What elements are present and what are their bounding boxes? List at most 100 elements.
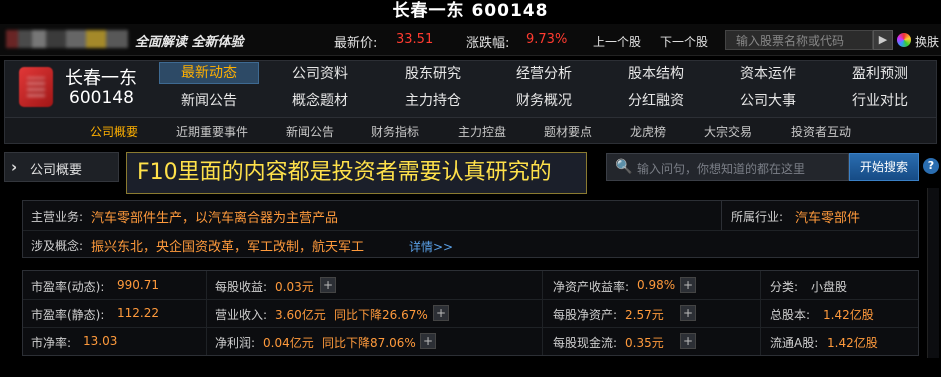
nav-shareholder-research[interactable]: 股东研究 bbox=[383, 63, 483, 83]
metric-label: 每股现金流: bbox=[553, 336, 618, 350]
metric-label: 净利润: bbox=[215, 336, 256, 350]
info-divider bbox=[721, 201, 722, 230]
metric-value: 小盘股 bbox=[811, 280, 848, 294]
slogan-text: 全面解读 全新体验 bbox=[135, 35, 244, 50]
metric-label: 流通A股: bbox=[770, 336, 819, 350]
info-row-divider bbox=[23, 230, 918, 231]
annotation-tip: F10里面的内容都是投资者需要认真研究的 bbox=[126, 152, 587, 194]
next-stock-link[interactable]: 下一个股 bbox=[660, 33, 708, 50]
section-header: › 公司概要 F10里面的内容都是投资者需要认真研究的 🔍 输入问句，你想知道的… bbox=[4, 152, 939, 194]
add-plus-icon[interactable]: + bbox=[433, 305, 449, 321]
quote-bar: 全面解读 全新体验 最新价: 33.51 涨跌幅: 9.73% 上一个股 下一个… bbox=[0, 24, 941, 56]
sub-nav: 公司概要 近期重要事件 新闻公告 财务指标 主力控盘 题材要点 龙虎榜 大宗交易… bbox=[5, 117, 936, 143]
nav-financial-overview[interactable]: 财务概况 bbox=[494, 90, 594, 110]
section-tab-company-summary[interactable]: › 公司概要 bbox=[4, 152, 119, 182]
nav-company-info[interactable]: 公司资料 bbox=[270, 63, 370, 83]
metric-label: 市盈率(静态): bbox=[31, 308, 105, 322]
subnav-theme-points[interactable]: 题材要点 bbox=[544, 123, 592, 140]
blurred-brand-logo bbox=[6, 30, 128, 48]
concepts-label: 涉及概念: bbox=[31, 239, 84, 253]
metrics-col-divider bbox=[206, 271, 207, 355]
metric-value: 0.04亿元 bbox=[263, 336, 314, 350]
stock-search-input[interactable]: 输入股票名称或代码 bbox=[725, 30, 873, 50]
nav-operation-analysis[interactable]: 经营分析 bbox=[494, 63, 594, 83]
question-search-placeholder: 输入问句，你想知道的都在这里 bbox=[637, 162, 806, 176]
metric-label: 每股收益: bbox=[215, 280, 268, 294]
subnav-block-trade[interactable]: 大宗交易 bbox=[704, 123, 752, 140]
vertical-scrollbar[interactable] bbox=[927, 188, 939, 358]
metrics-table: 市盈率(动态): 990.71 每股收益: 0.03元 + 净资产收益率: 0.… bbox=[22, 270, 919, 356]
skin-palette-icon[interactable] bbox=[897, 33, 911, 47]
subnav-financial-indicators[interactable]: 财务指标 bbox=[371, 123, 419, 140]
nav-news-announcements[interactable]: 新闻公告 bbox=[159, 90, 259, 110]
stock-logo bbox=[19, 67, 53, 107]
add-plus-icon[interactable]: + bbox=[420, 333, 436, 349]
industry-label: 所属行业: bbox=[731, 210, 784, 224]
metric-yoy: 同比下降87.06% bbox=[322, 336, 416, 350]
metric-label: 分类: bbox=[770, 280, 799, 294]
add-plus-icon[interactable]: + bbox=[320, 277, 336, 293]
metrics-row-divider bbox=[23, 299, 918, 300]
subnav-news[interactable]: 新闻公告 bbox=[286, 123, 334, 140]
concepts-detail-link[interactable]: 详情>> bbox=[409, 238, 453, 255]
nav-main-holdings[interactable]: 主力持仓 bbox=[383, 90, 483, 110]
add-plus-icon[interactable]: + bbox=[680, 333, 696, 349]
metric-yoy: 同比下降26.67% bbox=[334, 308, 428, 322]
latest-price-label: 最新价: bbox=[334, 36, 378, 51]
add-plus-icon[interactable]: + bbox=[680, 277, 696, 293]
change-value: 9.73% bbox=[526, 32, 568, 47]
metrics-col-divider bbox=[542, 271, 543, 355]
metric-value: 0.98% bbox=[637, 278, 676, 292]
metrics-row-divider bbox=[23, 327, 918, 328]
metric-label: 净资产收益率: bbox=[553, 280, 630, 294]
nav-latest-news[interactable]: 最新动态 bbox=[159, 62, 259, 84]
subnav-main-control[interactable]: 主力控盘 bbox=[458, 123, 506, 140]
metric-value: 0.03元 bbox=[275, 280, 314, 294]
nav-profit-forecast[interactable]: 盈利预测 bbox=[830, 63, 930, 83]
metric-value: 1.42亿股 bbox=[827, 336, 878, 350]
metric-value: 3.60亿元 bbox=[275, 308, 326, 322]
skin-change-link[interactable]: 换肤 bbox=[915, 33, 939, 50]
prev-stock-link[interactable]: 上一个股 bbox=[593, 33, 641, 50]
business-value: 汽车零部件生产，以汽车离合器为主营产品 bbox=[91, 211, 339, 226]
nav-company-events[interactable]: 公司大事 bbox=[718, 90, 818, 110]
page-title: 长春一东 600148 bbox=[392, 1, 549, 21]
metric-label: 总股本: bbox=[770, 308, 811, 322]
industry-value: 汽车零部件 bbox=[795, 211, 861, 226]
concepts-value: 振兴东北，央企国资改革，军工改制，航天军工 bbox=[91, 240, 365, 255]
change-label: 涨跌幅: bbox=[466, 36, 510, 51]
latest-price-value: 33.51 bbox=[396, 32, 434, 47]
question-search-input[interactable]: 🔍 输入问句，你想知道的都在这里 bbox=[606, 153, 849, 181]
subnav-recent-events[interactable]: 近期重要事件 bbox=[176, 123, 248, 140]
section-tab-label: 公司概要 bbox=[30, 163, 83, 178]
chevron-right-icon: › bbox=[11, 158, 18, 176]
subnav-company-summary[interactable]: 公司概要 bbox=[90, 123, 138, 140]
start-search-button[interactable]: 开始搜索 bbox=[849, 153, 919, 181]
search-go-icon[interactable]: ▶ bbox=[873, 30, 893, 50]
metrics-col-divider bbox=[760, 271, 761, 355]
stock-name: 长春一东 bbox=[65, 68, 137, 89]
nav-share-structure[interactable]: 股本结构 bbox=[606, 63, 706, 83]
metric-value: 1.42亿股 bbox=[823, 308, 874, 322]
business-label: 主营业务: bbox=[31, 210, 84, 224]
add-plus-icon[interactable]: + bbox=[680, 305, 696, 321]
help-icon[interactable]: ? bbox=[923, 158, 939, 174]
window-title-bar: 长春一东 600148 bbox=[0, 0, 941, 24]
metric-value: 112.22 bbox=[117, 306, 159, 320]
subnav-investor-interaction[interactable]: 投资者互动 bbox=[791, 123, 851, 140]
nav-concepts[interactable]: 概念题材 bbox=[270, 90, 370, 110]
metric-label: 每股净资产: bbox=[553, 308, 618, 322]
search-icon: 🔍 bbox=[615, 159, 633, 175]
metric-value: 13.03 bbox=[83, 334, 118, 348]
metric-value: 990.71 bbox=[117, 278, 159, 292]
nav-capital-operation[interactable]: 资本运作 bbox=[718, 63, 818, 83]
metric-label: 市盈率(动态): bbox=[31, 280, 105, 294]
nav-industry-compare[interactable]: 行业对比 bbox=[830, 90, 930, 110]
metric-value: 2.57元 bbox=[625, 308, 664, 322]
company-info-box: 主营业务: 汽车零部件生产，以汽车离合器为主营产品 所属行业: 汽车零部件 涉及… bbox=[22, 200, 919, 258]
stock-code: 600148 bbox=[69, 88, 134, 108]
metric-label: 营业收入: bbox=[215, 308, 268, 322]
subnav-dragon-tiger-list[interactable]: 龙虎榜 bbox=[630, 123, 666, 140]
metric-label: 市净率: bbox=[31, 336, 72, 350]
nav-dividend-financing[interactable]: 分红融资 bbox=[606, 90, 706, 110]
